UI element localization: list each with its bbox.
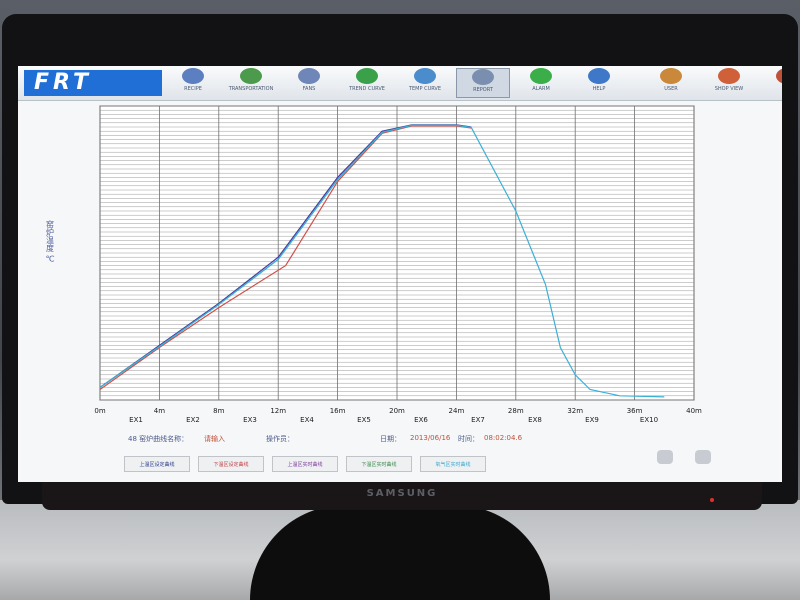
x-tick-label: 0m [94, 407, 105, 415]
monitor-stand [250, 505, 550, 600]
upper-set-curve-button[interactable]: 上温区设定曲线 [124, 456, 190, 472]
curve-name-value[interactable]: 请输入 [204, 434, 225, 444]
time-label: 时间： [458, 435, 479, 443]
user-icon [660, 68, 682, 84]
alarm-icon [530, 68, 552, 84]
zone-label: EX10 [640, 416, 658, 424]
toolbar-report-button[interactable]: REPORT [456, 68, 510, 98]
monitor-brand: SAMSUNG [366, 488, 438, 499]
toolbar-temp-curve-button[interactable]: TEMP CURVE [398, 68, 452, 98]
toolbar: FRT RECIPE TRANSPORTATION FANS TREND CURVE T… [18, 66, 782, 101]
x-tick-label: 8m [213, 407, 224, 415]
shop-view-icon [718, 68, 740, 84]
toolbar-label: RECIPE [184, 86, 202, 92]
toolbar-label: ALARM [532, 86, 550, 92]
toolbar-shop-view-button[interactable]: SHOP VIEW [702, 68, 756, 98]
zone-label: EX7 [471, 416, 485, 424]
print-icon[interactable] [686, 450, 720, 466]
zone-label: EX6 [414, 416, 428, 424]
screen: FRT RECIPE TRANSPORTATION FANS TREND CURVE T… [18, 66, 782, 482]
recipe-icon [182, 68, 204, 84]
toolbar-label: USER [664, 86, 678, 92]
help-icon [588, 68, 610, 84]
x-tick-label: 24m [449, 407, 465, 415]
toolbar-transportation-button[interactable]: TRANSPORTATION [224, 68, 278, 98]
toolbar-label: SHOP VIEW [714, 86, 744, 92]
zone-label: EX5 [357, 416, 371, 424]
x-tick-label: 12m [270, 407, 286, 415]
x-tick-label: 16m [330, 407, 346, 415]
operator-label: 操作员： [266, 435, 294, 443]
temperature-chart: 窑炉温度 ℃ 0m 4m 8m 12m 16m 20m 24m 28m 32m 36m 40m EX1 E… [45, 105, 702, 424]
x-tick-label: 40m [686, 407, 702, 415]
toolbar-recipe-button[interactable]: RECIPE [166, 68, 220, 98]
report-icon [472, 69, 494, 85]
monitor: SAMSUNG FRT RECIPE TRANSPORTATION FANS TREN… [2, 14, 798, 510]
toolbar-user-button[interactable]: USER [644, 68, 698, 98]
toolbar-fans-button[interactable]: FANS [282, 68, 336, 98]
footer-panel: 48 窑炉曲线名称： 请输入 操作员： 日期： 2013/06/16 时间： 0… [18, 430, 782, 482]
toolbar-alarm-button[interactable]: ALARM [514, 68, 568, 98]
x-tick-label: 28m [508, 407, 524, 415]
date-label: 日期： [380, 435, 401, 443]
toolbar-label: TEMP CURVE [408, 86, 442, 92]
x-tick-label: 36m [627, 407, 643, 415]
save-icon[interactable] [648, 450, 682, 466]
zone-label: EX3 [243, 416, 257, 424]
toolbar-trend-curve-button[interactable]: TREND CURVE [340, 68, 394, 98]
toolbar-label: REPORT [473, 87, 493, 93]
toolbar-label: TREND CURVE [349, 86, 385, 92]
lower-live-curve-button[interactable]: 下温区实时曲线 [346, 456, 412, 472]
zone-label: EX9 [585, 416, 599, 424]
exit-icon [776, 68, 782, 84]
x-tick-label: 32m [567, 407, 583, 415]
toolbar-help-button[interactable]: HELP [572, 68, 626, 98]
oxygen-live-curve-button[interactable]: 氧气区实时曲线 [420, 456, 486, 472]
curve-name-label: 48 窑炉曲线名称： [128, 435, 189, 443]
toolbar-label: HELP [592, 86, 606, 92]
time-value: 08:02:04.6 [484, 434, 523, 442]
zone-label: EX8 [528, 416, 542, 424]
toolbar-label: TRANSPORTATION [228, 86, 274, 92]
y-axis-label: 窑炉温度 ℃ [45, 219, 55, 264]
zone-label: EX1 [129, 416, 143, 424]
lower-set-curve-button[interactable]: 下温区设定曲线 [198, 456, 264, 472]
zone-label: EX4 [300, 416, 314, 424]
toolbar-label: EXIT [760, 86, 782, 92]
power-led-icon [710, 498, 714, 502]
temp-curve-icon [414, 68, 436, 84]
date-value: 2013/06/16 [410, 434, 451, 442]
fans-icon [298, 68, 320, 84]
toolbar-label: FANS [302, 86, 316, 92]
x-tick-label: 4m [154, 407, 165, 415]
toolbar-exit-button[interactable]: EXIT [760, 68, 782, 98]
trend-curve-icon [356, 68, 378, 84]
upper-live-curve-button[interactable]: 上温区实时曲线 [272, 456, 338, 472]
frt-logo: FRT [24, 70, 162, 96]
zone-label: EX2 [186, 416, 200, 424]
transport-icon [240, 68, 262, 84]
x-tick-label: 20m [389, 407, 405, 415]
